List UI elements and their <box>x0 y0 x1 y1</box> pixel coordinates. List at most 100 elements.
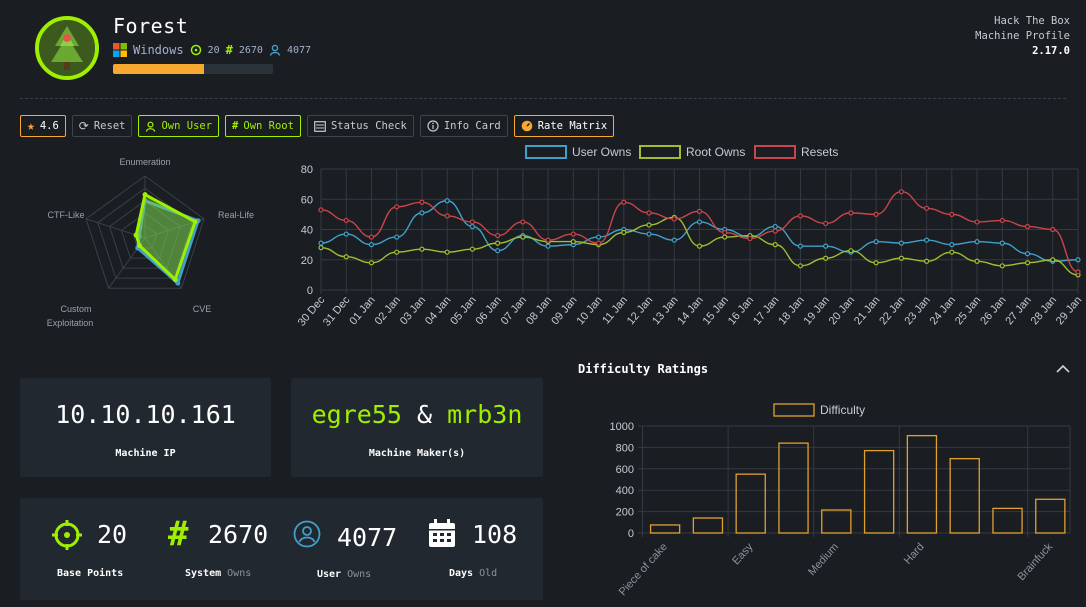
target-icon <box>52 520 82 550</box>
line-point <box>419 210 425 216</box>
line-x-tick: 02 Jan <box>373 294 403 327</box>
line-point <box>873 260 879 266</box>
line-point <box>621 229 627 236</box>
activity-line-chart: 02040608030 Dec31 Dec01 Jan02 Jan03 Jan0… <box>296 145 1084 329</box>
days-old-value: 108 <box>472 520 518 549</box>
user-sub-text: Owns <box>347 569 372 580</box>
line-point <box>898 240 904 246</box>
line-point <box>495 240 501 246</box>
line-x-tick: 03 Jan <box>398 294 428 327</box>
radar-label-line: Exploitation <box>47 318 94 328</box>
line-x-tick: 05 Jan <box>448 294 478 327</box>
line-point <box>318 240 324 246</box>
calendar-icon <box>429 519 455 547</box>
own-user-button[interactable]: Own User <box>138 115 220 137</box>
refresh-icon: ⟳ <box>78 119 89 133</box>
line-point <box>1024 260 1031 266</box>
line-point <box>318 245 324 251</box>
status-check-button[interactable]: Status Check <box>306 115 414 137</box>
stat-days-old: 108 Days Old <box>418 498 543 600</box>
line-point <box>394 249 400 255</box>
chevron-up-icon[interactable] <box>1056 364 1070 374</box>
line-point <box>797 263 804 269</box>
line-point <box>1050 226 1056 233</box>
line-point <box>368 242 375 248</box>
line-point <box>368 260 375 266</box>
line-x-tick: 14 Jan <box>675 294 705 327</box>
difficulty-bar <box>949 457 980 534</box>
line-point <box>898 189 904 195</box>
radar-chart: Enumeration Real-Life CVE Custom Exploitatio… <box>47 157 254 328</box>
maker-link-egre55[interactable]: egre55 <box>312 400 402 429</box>
line-point <box>923 237 930 243</box>
line-point <box>949 211 955 217</box>
line-x-tick: 15 Jan <box>701 294 731 327</box>
legend-label: User Owns <box>572 145 631 159</box>
progress-bar <box>113 64 273 74</box>
line-x-tick: 21 Jan <box>852 294 882 327</box>
difficulty-bar-chart: 0 200 400 600 800 1000 Piece of cake Easy Medium… <box>610 403 1071 598</box>
line-x-tick: 07 Jan <box>499 294 529 327</box>
days-label-text: Days <box>449 568 474 579</box>
user-owns-value: 4077 <box>286 44 312 56</box>
bar-y-tick: 600 <box>616 464 634 476</box>
rate-matrix-label: Rate Matrix <box>537 120 608 132</box>
rate-matrix-button[interactable]: Rate Matrix <box>513 115 615 137</box>
line-x-tick: 18 Jan <box>776 294 806 327</box>
toolbar: ★ 4.6 ⟳ Reset Own User # Own Root Status… <box>20 115 615 137</box>
line-x-tick: 09 Jan <box>549 294 579 327</box>
line-point <box>923 258 930 264</box>
radar-point <box>137 243 143 249</box>
line-point <box>1075 257 1081 263</box>
line-point <box>848 248 854 254</box>
maker-link-mrb3n[interactable]: mrb3n <box>447 400 522 429</box>
difficulty-bar <box>821 509 852 534</box>
line-point <box>1050 257 1056 263</box>
days-sub-text: Old <box>479 568 498 579</box>
line-x-tick: 04 Jan <box>423 294 453 327</box>
own-root-button[interactable]: # Own Root <box>225 115 301 137</box>
legend-label: Resets <box>801 145 838 159</box>
points-value: 20 <box>207 44 220 56</box>
line-x-tick: 25 Jan <box>953 294 983 327</box>
line-x-tick: 17 Jan <box>751 294 781 327</box>
line-point <box>772 242 778 248</box>
user-owns-value: 4077 <box>337 523 398 552</box>
line-point <box>318 207 324 213</box>
legend-swatch <box>754 145 796 159</box>
line-point <box>343 217 349 224</box>
base-points-value: 20 <box>97 520 128 549</box>
line-point <box>419 246 425 252</box>
line-y-tick: 80 <box>301 164 313 176</box>
os-label: Windows <box>133 43 184 57</box>
system-owns-value: 2670 <box>238 44 263 56</box>
line-point <box>646 222 652 228</box>
hash-icon: # <box>225 43 233 57</box>
line-point <box>999 240 1005 246</box>
radar-point <box>133 232 139 238</box>
line-point <box>545 243 551 249</box>
difficulty-bar <box>692 517 724 534</box>
user-label-text: User <box>317 569 342 580</box>
reset-button[interactable]: ⟳ Reset <box>71 115 133 137</box>
line-point <box>671 237 677 243</box>
info-card-button[interactable]: Info Card <box>419 115 508 137</box>
line-point <box>797 243 804 249</box>
brand-line-2: Machine Profile <box>975 30 1070 42</box>
machine-avatar <box>35 16 99 80</box>
version-label: 2.17.0 <box>1032 45 1070 57</box>
line-point <box>343 254 349 260</box>
info-card-label: Info Card <box>443 120 501 132</box>
base-points-label: Base Points <box>57 568 124 579</box>
rating-label: 4.6 <box>39 120 59 132</box>
stat-system-owns: # 2670 System Owns <box>158 498 283 600</box>
line-x-tick: 27 Jan <box>1003 294 1033 327</box>
line-point <box>368 234 375 240</box>
line-point <box>949 242 955 248</box>
rating-button[interactable]: ★ 4.6 <box>20 115 66 137</box>
line-x-tick: 16 Jan <box>726 294 756 327</box>
hash-icon: # <box>168 514 189 554</box>
line-point <box>974 258 980 264</box>
radar-label-line: Custom <box>60 304 91 314</box>
radar-label: CTF-Like <box>47 210 84 220</box>
